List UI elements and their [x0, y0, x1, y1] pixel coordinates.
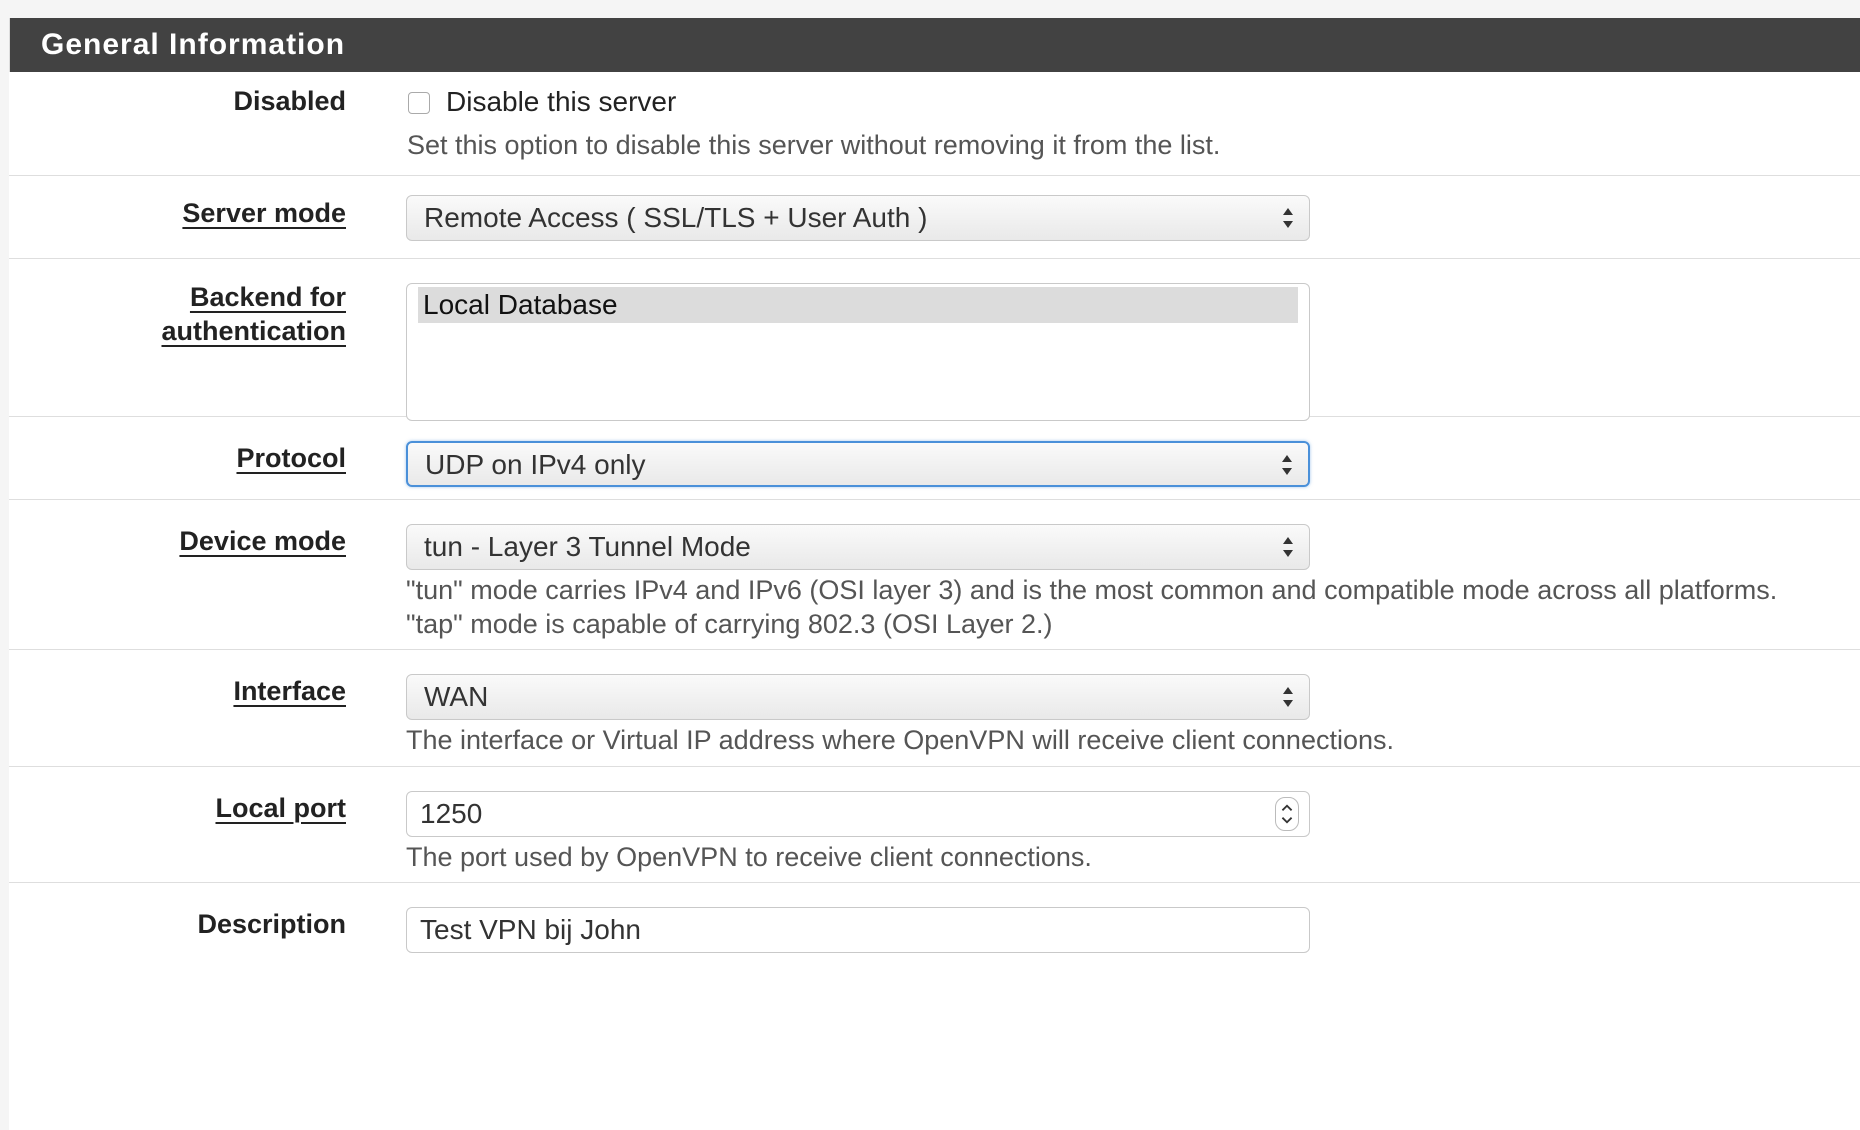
server-mode-row: Server mode Remote Access ( SSL/TLS + Us… [9, 176, 1860, 259]
local-port-input[interactable]: 1250 [406, 791, 1310, 837]
select-arrows-icon [1282, 455, 1292, 475]
device-mode-help-line2: "tap" mode is capable of carrying 802.3 … [406, 609, 1053, 639]
interface-help-text: The interface or Virtual IP address wher… [406, 725, 1394, 755]
select-arrows-icon [1283, 537, 1293, 557]
form-body: Disabled Disable this server Set this op… [9, 72, 1860, 1130]
device-mode-row: Device mode tun - Layer 3 Tunnel Mode "t… [9, 500, 1860, 650]
backend-auth-option[interactable]: Local Database [418, 287, 1298, 323]
server-mode-select[interactable]: Remote Access ( SSL/TLS + User Auth ) [406, 195, 1310, 241]
description-row: Description Test VPN bij John [9, 883, 1860, 1130]
interface-value: WAN [424, 681, 489, 712]
local-port-row: Local port 1250 The port used by OpenVPN… [9, 767, 1860, 883]
description-label: Description [197, 909, 346, 939]
disable-server-checkbox[interactable] [408, 92, 430, 114]
interface-select[interactable]: WAN [406, 674, 1310, 720]
backend-auth-label-line2: authentication [161, 316, 346, 346]
server-mode-label[interactable]: Server mode [46, 193, 346, 233]
description-value: Test VPN bij John [420, 914, 641, 945]
interface-label[interactable]: Interface [46, 671, 346, 711]
protocol-label[interactable]: Protocol [46, 438, 346, 478]
protocol-value: UDP on IPv4 only [425, 449, 646, 480]
backend-auth-label-line1: Backend for [189, 282, 346, 312]
number-spinner-icon[interactable] [1275, 797, 1299, 831]
disabled-label: Disabled [233, 86, 346, 116]
select-arrows-icon [1283, 687, 1293, 707]
description-input[interactable]: Test VPN bij John [406, 907, 1310, 953]
select-arrows-icon [1283, 208, 1293, 228]
protocol-select[interactable]: UDP on IPv4 only [406, 441, 1310, 487]
device-mode-label[interactable]: Device mode [46, 521, 346, 561]
backend-auth-listbox[interactable]: Local Database [406, 283, 1310, 421]
device-mode-select[interactable]: tun - Layer 3 Tunnel Mode [406, 524, 1310, 570]
disabled-help-text: Set this option to disable this server w… [407, 130, 1221, 160]
disabled-row: Disabled Disable this server Set this op… [9, 72, 1860, 176]
interface-row: Interface WAN The interface or Virtual I… [9, 650, 1860, 767]
server-mode-value: Remote Access ( SSL/TLS + User Auth ) [424, 202, 928, 233]
backend-auth-row: Backend for authentication Local Databas… [9, 259, 1860, 421]
local-port-help-text: The port used by OpenVPN to receive clie… [406, 842, 1092, 872]
device-mode-value: tun - Layer 3 Tunnel Mode [424, 531, 751, 562]
local-port-label[interactable]: Local port [46, 788, 346, 828]
local-port-value: 1250 [420, 798, 483, 829]
disable-server-checkbox-label[interactable]: Disable this server [446, 82, 676, 122]
protocol-row: Protocol UDP on IPv4 only [9, 417, 1860, 500]
backend-auth-label[interactable]: Backend for authentication [46, 280, 346, 348]
